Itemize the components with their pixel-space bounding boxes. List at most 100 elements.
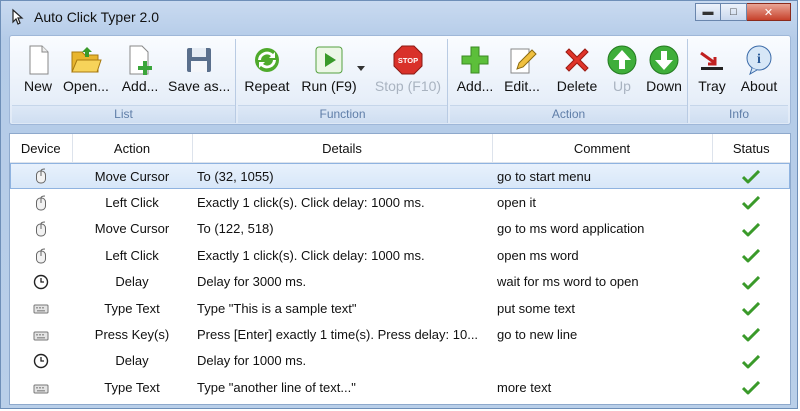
arrow-up-icon <box>607 45 637 75</box>
repeat-icon <box>255 48 279 72</box>
details-cell: Exactly 1 click(s). Click delay: 1000 ms… <box>197 195 425 211</box>
group-function: Repeat Run (F9) STOP Stop (F10) Function <box>238 39 448 123</box>
check-icon <box>742 380 760 395</box>
repeat-button[interactable]: Repeat <box>242 41 292 105</box>
delete-x-icon <box>565 48 589 72</box>
about-label: About <box>740 78 778 94</box>
stop-button[interactable]: STOP Stop (F10) <box>374 41 442 105</box>
check-icon <box>742 327 760 342</box>
action-cell: Left Click <box>105 195 159 211</box>
keyboard-icon <box>33 300 49 315</box>
table-row[interactable]: Left Click Exactly 1 click(s). Click dela… <box>10 189 790 215</box>
column-header-action[interactable]: Action <box>72 134 193 163</box>
table-row[interactable]: Delay Delay for 3000 ms. wait for ms word … <box>10 269 790 295</box>
open-button[interactable]: Open... <box>62 41 110 105</box>
clock-icon <box>33 273 49 290</box>
check-icon <box>742 195 760 210</box>
status-cell <box>712 162 790 190</box>
comment-cell: go to new line <box>497 327 578 343</box>
edit-button[interactable]: Edit... <box>500 41 544 105</box>
add-action-label: Add... <box>456 78 494 94</box>
check-icon <box>742 248 760 263</box>
device-cell <box>10 242 72 268</box>
app-window: Auto Click Typer 2.0 ▬ □ ✕ New Open... A… <box>0 0 798 409</box>
table-row[interactable]: Press Key(s) Press [Enter] exactly 1 time… <box>10 321 790 347</box>
stop-sign-icon: STOP <box>393 45 423 75</box>
comment-cell: open ms word <box>497 247 579 263</box>
minimize-button[interactable]: ▬ <box>695 3 721 21</box>
clock-icon <box>33 353 49 369</box>
run-button[interactable]: Run (F9) <box>300 41 358 105</box>
action-cell: Move Cursor <box>94 221 170 237</box>
group-list-label: List <box>12 105 235 123</box>
table-row[interactable]: Type Text Type "This is a sample text" put… <box>10 295 790 321</box>
status-cell <box>712 269 790 295</box>
comment-cell: go to start menu <box>492 162 712 190</box>
mouse-icon <box>33 168 49 184</box>
table-row[interactable]: Delay Delay for 1000 ms. <box>10 348 790 374</box>
ribbon-toolbar: New Open... Add... Save as... List Repea… <box>9 35 791 125</box>
table-row[interactable]: Left Click Exactly 1 click(s). Click dela… <box>10 242 790 268</box>
device-cell <box>10 321 72 347</box>
comment-cell: wait for ms word to open <box>497 274 639 290</box>
table-row[interactable]: Type Text Type "another line of text..." m… <box>10 374 790 400</box>
comment-cell <box>492 348 712 374</box>
table-row[interactable]: Move Cursor To (32, 1055) go to start menu <box>10 162 790 190</box>
maximize-button[interactable]: □ <box>721 3 747 21</box>
repeat-label: Repeat <box>244 78 290 94</box>
delete-button[interactable]: Delete <box>554 41 600 105</box>
details-cell: Type "another line of text..." <box>197 379 356 395</box>
down-button[interactable]: Down <box>644 41 684 105</box>
tray-label: Tray <box>698 78 726 94</box>
new-label: New <box>23 78 52 94</box>
run-label: Run (F9) <box>301 78 357 94</box>
up-button[interactable]: Up <box>604 41 640 105</box>
close-icon: ✕ <box>763 6 774 19</box>
details-cell: To (122, 518) <box>197 221 274 237</box>
new-button[interactable]: New <box>18 41 58 105</box>
device-cell <box>10 216 72 242</box>
status-cell <box>712 321 790 347</box>
group-action: Add... Edit... Delete Up Down Action <box>450 39 688 123</box>
floppy-disk-icon <box>187 48 211 72</box>
svg-text:STOP: STOP <box>398 56 418 65</box>
edit-pencil-icon <box>510 48 537 74</box>
table-body: Move Cursor To (32, 1055) go to start menu… <box>10 162 790 401</box>
svg-text:i: i <box>757 52 761 67</box>
column-header-status[interactable]: Status <box>712 134 790 163</box>
save-as-label: Save as... <box>168 78 231 94</box>
status-cell <box>712 295 790 321</box>
save-as-button[interactable]: Save as... <box>168 41 230 105</box>
add-list-button[interactable]: Add... <box>118 41 162 105</box>
add-action-button[interactable]: Add... <box>454 41 496 105</box>
title-bar[interactable]: Auto Click Typer 2.0 ▬ □ ✕ <box>1 1 797 33</box>
app-logo-icon <box>12 8 24 25</box>
column-header-device[interactable]: Device <box>10 134 73 163</box>
status-cell <box>712 216 790 242</box>
action-list-table[interactable]: Device Action Details Comment Status Mov… <box>9 133 791 405</box>
details-cell: To (32, 1055) <box>192 162 492 190</box>
group-list: New Open... Add... Save as... List <box>12 39 236 123</box>
device-cell <box>10 189 72 215</box>
info-icon: i <box>746 45 772 76</box>
action-cell: Delay <box>115 353 149 369</box>
status-cell <box>712 348 790 374</box>
group-function-label: Function <box>238 105 447 123</box>
about-button[interactable]: i About <box>734 41 784 105</box>
stop-label: Stop (F10) <box>374 78 442 94</box>
details-cell: Type "This is a sample text" <box>197 300 357 316</box>
add-document-icon <box>129 45 152 75</box>
device-cell <box>10 374 72 400</box>
comment-cell: more text <box>497 379 552 395</box>
down-label: Down <box>646 78 682 94</box>
group-info-label: Info <box>690 105 788 123</box>
window-title: Auto Click Typer 2.0 <box>34 9 160 25</box>
column-header-details[interactable]: Details <box>192 134 493 163</box>
chevron-down-icon <box>357 66 365 71</box>
action-cell: Move Cursor <box>72 162 192 190</box>
column-header-comment[interactable]: Comment <box>492 134 713 163</box>
keyboard-icon <box>33 326 49 341</box>
close-button[interactable]: ✕ <box>747 3 791 21</box>
table-row[interactable]: Move Cursor To (122, 518) go to ms word ap… <box>10 216 790 242</box>
tray-button[interactable]: Tray <box>694 41 730 105</box>
